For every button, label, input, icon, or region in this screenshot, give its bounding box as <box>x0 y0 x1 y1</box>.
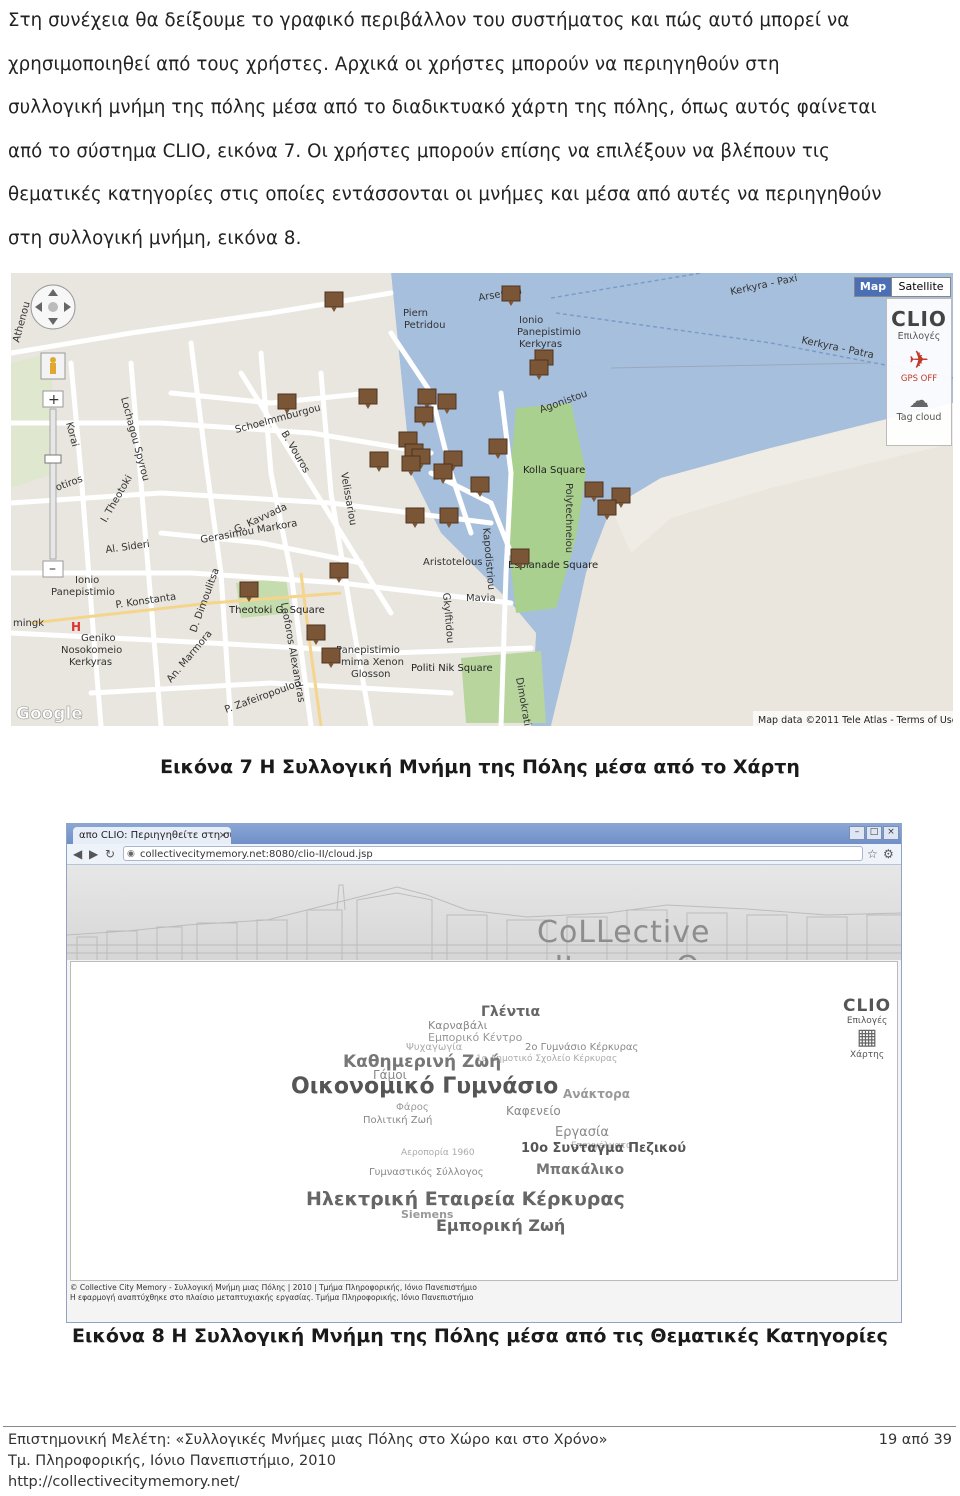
minimize-icon[interactable]: – <box>849 826 865 840</box>
svg-text:+: + <box>48 392 60 408</box>
pegman-icon[interactable] <box>40 352 66 380</box>
clio-side-panel: CLIO Επιλογές ▦ Χάρτης <box>843 996 891 1060</box>
close-window-icon[interactable]: × <box>883 826 899 840</box>
cloud-tag[interactable]: Ανάκτορα <box>563 1087 630 1101</box>
map-attribution: Map data ©2011 Tele Atlas - Terms of Use <box>758 715 953 726</box>
map-link[interactable]: Χάρτης <box>843 1050 891 1060</box>
paragraph-line: από το σύστημα CLIO, εικόνα 7. Οι χρήστε… <box>8 140 830 162</box>
paragraph-line: συλλογική μνήμη της πόλης μέσα από το δι… <box>8 97 877 119</box>
reload-icon[interactable]: ↻ <box>105 847 115 861</box>
street-label: Glosson <box>351 669 391 680</box>
street-label: Aristotelous <box>423 557 483 568</box>
street-label: Polytechneiou <box>563 483 574 553</box>
street-label: Theotoki G. Square <box>228 605 325 616</box>
cloud-tag[interactable]: Εμπορική Ζωή <box>436 1216 565 1235</box>
browser-tab[interactable]: απο CLIO: Περιηγηθείτε στη συ... × <box>73 827 231 844</box>
paragraph-line: θεματικές κατηγορίες στις οποίες εντάσσο… <box>8 184 882 206</box>
street-label: Ionio <box>519 315 543 326</box>
page-icon: ◉ <box>127 849 135 859</box>
cloud-tag[interactable]: 2ο Γυμνάσιο Κέρκυρας <box>525 1042 638 1053</box>
street-label: Ionio <box>75 575 99 586</box>
site-banner: CoLLective cItymemOry <box>67 865 901 960</box>
tag-cloud-icon[interactable]: ☁ <box>887 388 951 412</box>
forward-icon[interactable]: ▶ <box>89 847 98 861</box>
street-label: Nosokomeio <box>61 645 122 656</box>
cloud-tag[interactable]: Ηλεκτρική Εταιρεία Κέρκυρας <box>306 1188 625 1210</box>
map-canvas: Arseniou Piern Petridou Ionio Panepistim… <box>11 273 953 726</box>
tag-cloud-link[interactable]: Tag cloud <box>887 412 951 423</box>
footer-line: Η εφαρμογή αναπτύχθηκε στο πλαίσιο μεταπ… <box>70 1293 474 1302</box>
browser-window: απο CLIO: Περιηγηθείτε στη συ... × – □ ×… <box>66 823 902 1323</box>
street-label: Panepistimio <box>336 645 400 656</box>
address-bar[interactable]: ◉ collectivecitymemory.net:8080/clio-II/… <box>123 846 863 861</box>
intro-paragraph: Στη συνέχεια θα δείξουμε το γραφικό περι… <box>8 0 952 261</box>
cloud-tag[interactable]: Αεροπορία 1960 <box>401 1148 475 1158</box>
url-text: collectivecitymemory.net:8080/clio-II/cl… <box>140 849 373 860</box>
cloud-tag[interactable]: Γυμναστικός Σύλλογος <box>369 1167 484 1178</box>
map-icon[interactable]: ▦ <box>843 1026 891 1050</box>
cloud-tag[interactable]: Γλέντια <box>481 1004 540 1020</box>
street-label: Petridou <box>404 320 445 331</box>
cloud-tag[interactable]: Πολιτική Ζωή <box>363 1115 432 1126</box>
clio-logo[interactable]: CLIO <box>843 996 891 1016</box>
svg-text:–: – <box>49 561 56 577</box>
paragraph-line: στη συλλογική μνήμη, εικόνα 8. <box>8 227 302 249</box>
map-type-satellite-button[interactable]: Satellite <box>891 277 951 297</box>
browser-toolbar: ◀ ▶ ↻ ◉ collectivecitymemory.net:8080/cl… <box>67 844 901 865</box>
satellite-icon[interactable]: ✈ <box>887 346 951 374</box>
cloud-tag[interactable]: Οικονομικό Γυμνάσιο <box>291 1074 558 1099</box>
browser-titlebar: απο CLIO: Περιηγηθείτε στη συ... × – □ × <box>67 824 901 844</box>
street-label: Geniko <box>81 633 116 644</box>
street-label: Panepistimio <box>517 327 581 338</box>
street-label: Kolla Square <box>523 465 585 476</box>
close-tab-icon[interactable]: × <box>219 827 227 844</box>
maximize-icon[interactable]: □ <box>866 826 882 840</box>
footer-line: © Collective City Memory - Συλλογική Μνή… <box>70 1283 477 1292</box>
bookmark-star-icon[interactable]: ☆ <box>867 847 878 861</box>
footer-page-number: 19 από 39 <box>878 1432 952 1448</box>
cloud-tag[interactable]: Εργασία <box>555 1125 609 1140</box>
clio-logo[interactable]: CLIO <box>887 307 951 331</box>
footer-divider <box>3 1426 956 1427</box>
paragraph-line: Στη συνέχεια θα δείξουμε το γραφικό περι… <box>8 10 850 31</box>
cloud-tag[interactable]: Μπακάλικο <box>536 1162 624 1178</box>
street-label: Panepistimio <box>51 587 115 598</box>
wrench-icon[interactable]: ⚙ <box>883 847 894 861</box>
hospital-icon: H <box>71 620 81 634</box>
street-label: Piern <box>403 308 428 319</box>
map-type-map-button[interactable]: Map <box>854 277 892 297</box>
cloud-tag[interactable]: Καφενείο <box>506 1104 561 1118</box>
cloud-tag[interactable]: 10ο Συνταγμα Πεζικού <box>521 1141 686 1156</box>
paragraph-line: χρησιμοποιηθεί από τους χρήστες. Αρχικά … <box>8 53 780 75</box>
google-logo: Google <box>16 704 83 724</box>
street-label: mingk <box>13 618 44 629</box>
footer-study-title: Επιστημονική Μελέτη: «Συλλογικές Μνήμες … <box>8 1432 608 1448</box>
street-label: Kerkyras <box>519 339 562 350</box>
site-footer: © Collective City Memory - Συλλογική Μνή… <box>70 1283 896 1303</box>
cloud-tag[interactable]: Καθημερινή Ζωή <box>343 1052 501 1072</box>
city-map[interactable]: Arseniou Piern Petridou Ionio Panepistim… <box>11 273 953 726</box>
street-label: Mavia <box>466 593 496 604</box>
back-icon[interactable]: ◀ <box>73 847 82 861</box>
gps-toggle[interactable]: GPS OFF <box>887 374 951 384</box>
tag-cloud-panel: Γλέντια Καρναβάλι Εμπορικό Κέντρο Ψυχαγωγία… <box>70 961 898 1281</box>
street-label: Politi Nik Square <box>411 663 493 674</box>
options-link[interactable]: Επιλογές <box>887 331 951 342</box>
site-title: CoLLective cItymemOry <box>537 915 731 960</box>
figure-8-caption: Εικόνα 8 Η Συλλογική Μνήμη της Πόλης μέσ… <box>72 1325 888 1347</box>
street-label: Kerkyras <box>69 657 112 668</box>
pan-control[interactable] <box>30 284 76 330</box>
browser-content: CoLLective cItymemOry ΓλέντιαΚαρναβάλιΕμ… <box>67 865 901 1322</box>
clio-panel: CLIO Επιλογές ✈ GPS OFF ☁ Tag cloud <box>886 298 952 446</box>
footer-url[interactable]: http://collectivecitymemory.net/ <box>8 1474 240 1490</box>
figure-7-caption: Εικόνα 7 Η Συλλογική Μνήμη της Πόλης μέσ… <box>160 756 800 778</box>
street-label: mima Xenon <box>341 657 404 668</box>
cloud-tag[interactable]: Φάρος <box>396 1102 429 1113</box>
tab-title: απο CLIO: Περιηγηθείτε στη συ... <box>79 830 231 841</box>
footer-department: Τμ. Πληροφορικής, Ιόνιο Πανεπιστήμιο, 20… <box>8 1453 336 1469</box>
